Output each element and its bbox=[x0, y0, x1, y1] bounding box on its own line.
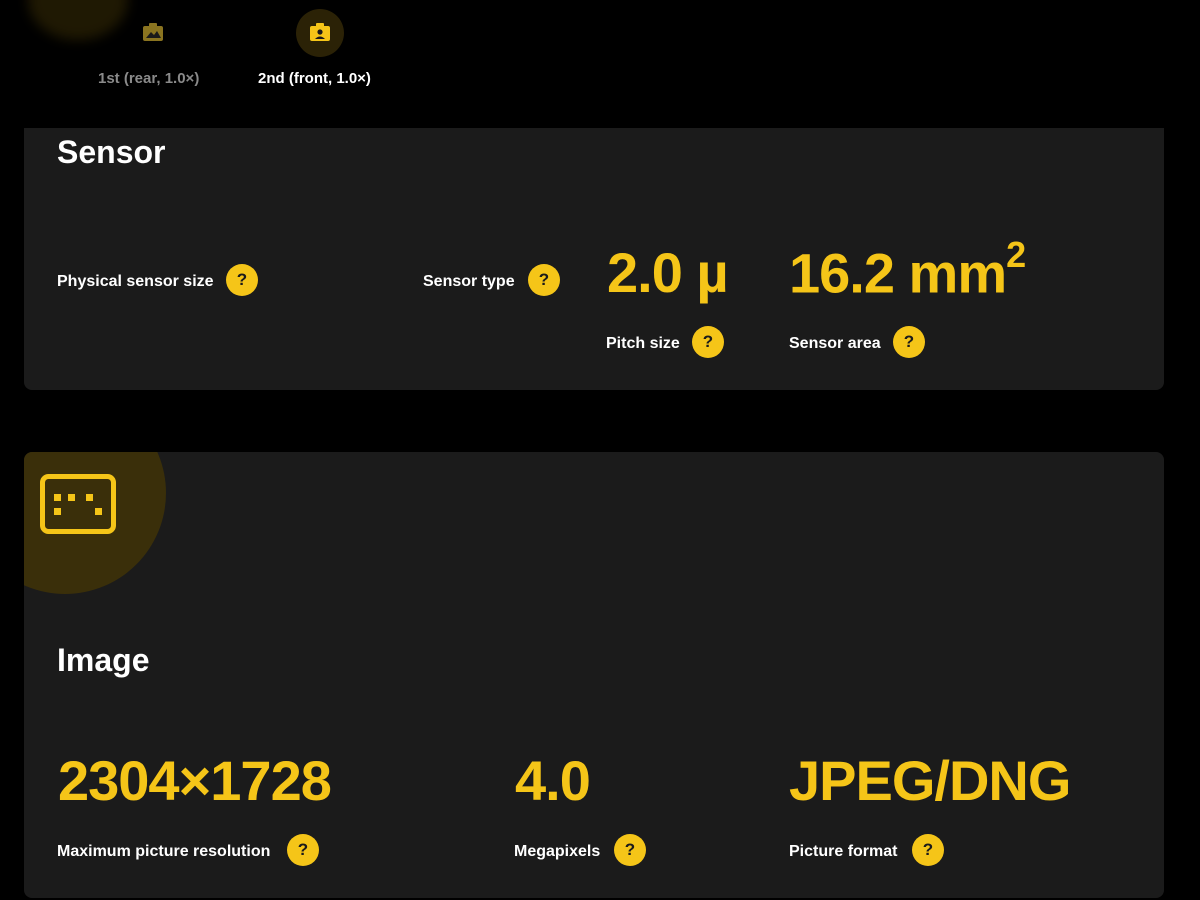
help-sensor-type-button[interactable]: ? bbox=[528, 264, 560, 296]
help-max-resolution-button[interactable]: ? bbox=[287, 834, 319, 866]
sensor-title: Sensor bbox=[57, 134, 166, 170]
megapixels-label: Megapixels bbox=[514, 843, 601, 860]
pitch-size-value: 2.0 µ bbox=[607, 241, 729, 304]
help-physical-sensor-size-button[interactable]: ? bbox=[226, 264, 258, 296]
max-resolution-value: 2304×1728 bbox=[58, 749, 332, 812]
sensor-area-value: 16.2 mm2 bbox=[789, 234, 1026, 306]
max-resolution-label: Maximum picture resolution bbox=[57, 843, 271, 860]
image-grid-icon bbox=[40, 474, 116, 534]
help-pitch-size-button[interactable]: ? bbox=[692, 326, 724, 358]
sensor-type-label: Sensor type bbox=[423, 273, 515, 290]
image-card bbox=[24, 452, 1164, 898]
sensor-area-label: Sensor area bbox=[789, 335, 881, 352]
camera-portrait-icon bbox=[296, 9, 344, 57]
sensor-area-number: 16.2 mm bbox=[789, 241, 1007, 305]
tab-camera-front[interactable]: 2nd (front, 1.0×) bbox=[250, 0, 400, 100]
picture-format-value: JPEG/DNG bbox=[789, 749, 1071, 812]
help-megapixels-button[interactable]: ? bbox=[614, 834, 646, 866]
image-title: Image bbox=[57, 642, 150, 678]
tab-label: 1st (rear, 1.0×) bbox=[98, 70, 200, 87]
sensor-area-exponent: 2 bbox=[1006, 234, 1026, 275]
megapixels-value: 4.0 bbox=[515, 749, 591, 812]
tab-label: 2nd (front, 1.0×) bbox=[258, 70, 371, 87]
camera-landscape-icon bbox=[129, 9, 177, 57]
help-sensor-area-button[interactable]: ? bbox=[893, 326, 925, 358]
pitch-size-label: Pitch size bbox=[606, 335, 680, 352]
help-picture-format-button[interactable]: ? bbox=[912, 834, 944, 866]
picture-format-label: Picture format bbox=[789, 843, 898, 860]
tab-camera-rear[interactable]: 1st (rear, 1.0×) bbox=[80, 0, 230, 100]
physical-sensor-size-label: Physical sensor size bbox=[57, 273, 214, 290]
